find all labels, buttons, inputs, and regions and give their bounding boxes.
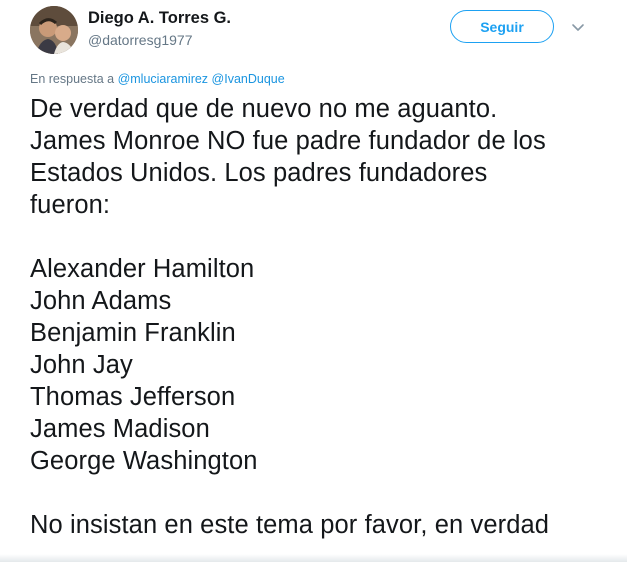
mention-link[interactable]: @mluciaramirez: [118, 72, 208, 86]
author-display-name[interactable]: Diego A. Torres G.: [88, 9, 231, 28]
author-handle[interactable]: @datorresg1977: [88, 32, 193, 48]
bottom-edge: [0, 554, 627, 562]
founder-name: Alexander Hamilton: [30, 255, 255, 283]
founder-name: Thomas Jefferson: [30, 383, 236, 411]
follow-button[interactable]: Seguir: [450, 10, 554, 43]
avatar-photo-icon: [30, 6, 78, 54]
tweet-line: No insistan en este tema por favor, en v…: [30, 511, 550, 539]
founder-name: James Madison: [30, 415, 210, 443]
tweet-line: fueron:: [30, 191, 111, 219]
tweet-line: De verdad que de nuevo no me aguanto.: [30, 95, 498, 123]
tweet-card: Diego A. Torres G. @datorresg1977 Seguir…: [0, 0, 627, 562]
founder-name: Benjamin Franklin: [30, 319, 236, 347]
reply-context-prefix: En respuesta a: [30, 72, 115, 86]
chevron-down-icon[interactable]: [570, 21, 586, 33]
tweet-text: De verdad que de nuevo no me aguanto. Ja…: [30, 93, 620, 541]
founder-name: John Adams: [30, 287, 172, 315]
founder-name: John Jay: [30, 351, 133, 379]
reply-context: En respuesta a @mluciaramirez @IvanDuque: [30, 72, 285, 86]
avatar[interactable]: [30, 6, 78, 54]
tweet-line: James Monroe NO fue padre fundador de lo…: [30, 127, 546, 155]
tweet-line: Estados Unidos. Los padres fundadores: [30, 159, 488, 187]
founder-name: George Washington: [30, 447, 258, 475]
mention-link[interactable]: @IvanDuque: [212, 72, 285, 86]
